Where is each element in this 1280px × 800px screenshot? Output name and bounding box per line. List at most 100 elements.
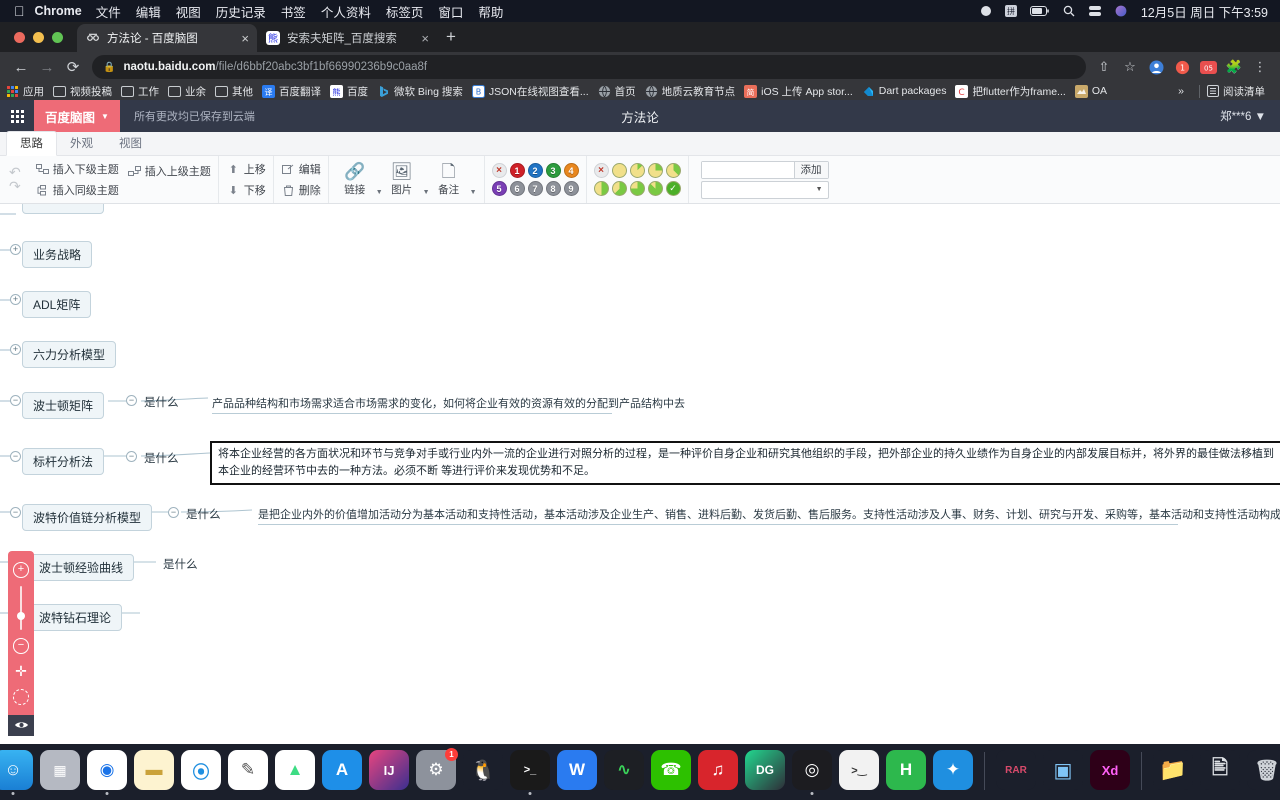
bookmark-baidu-translate[interactable]: 译 百度翻译: [262, 84, 321, 99]
node-expand-toggle-1[interactable]: +: [10, 244, 21, 255]
close-window-button[interactable]: [14, 32, 25, 43]
bookmark-homepage[interactable]: 首页: [598, 84, 636, 99]
delete-button[interactable]: 删除: [281, 182, 321, 198]
bookmark-star-icon[interactable]: ☆: [1118, 55, 1142, 79]
bookmark-folder-2[interactable]: 工作: [121, 84, 159, 99]
priority-2-button[interactable]: 2: [527, 163, 543, 178]
spotlight-search-icon[interactable]: [1063, 5, 1075, 17]
user-menu-button[interactable]: 郑***6 ▼: [1220, 108, 1266, 124]
record-icon[interactable]: [980, 5, 992, 17]
mindmap-canvas[interactable]: + 业务战略 + ADL矩阵 + 六力分析模型 − 波士顿矩阵 − 是什么 产品…: [0, 204, 1280, 744]
siri-icon[interactable]: [1115, 5, 1127, 17]
mindmap-leaf-benchmark[interactable]: 将本企业经营的各方面状况和环节与竞争对手或行业内外一流的企业进行对照分析的过程，…: [210, 441, 1280, 485]
bookmark-apps[interactable]: 应用: [6, 84, 44, 99]
preview-toggle-button[interactable]: [8, 714, 34, 737]
progress-87-button[interactable]: [647, 181, 663, 196]
profile-avatar-icon[interactable]: [1144, 55, 1168, 79]
redo-icon[interactable]: ↷: [9, 179, 21, 193]
dock-app-hbuilder[interactable]: H: [886, 750, 926, 790]
dock-app-quicktime[interactable]: ◎: [792, 750, 832, 795]
note-button[interactable]: 🗋 备注: [430, 162, 468, 197]
mindmap-leaf-boston-matrix[interactable]: 产品品种结构和市场需求适合市场需求的变化，如何将企业有效的资源有效的分配到产品结…: [212, 395, 685, 414]
subnode-collapse-toggle-4[interactable]: −: [126, 395, 137, 406]
dock-app-app-store[interactable]: A: [322, 750, 362, 790]
progress-none-button[interactable]: ×: [593, 163, 609, 178]
control-center-icon[interactable]: [1088, 5, 1102, 17]
priority-none-button[interactable]: ×: [491, 163, 507, 178]
address-bar[interactable]: 🔒 naotu.baidu.com /file/d6bbf20abc3bf1bf…: [92, 55, 1086, 79]
browser-tab-2-close-icon[interactable]: ×: [421, 31, 429, 46]
mindmap-subnode-6[interactable]: 是什么: [186, 506, 221, 522]
mindmap-node-3[interactable]: 六力分析模型: [22, 341, 117, 368]
menu-history[interactable]: 历史记录: [216, 2, 266, 21]
mindmap-node-clipped[interactable]: [22, 204, 104, 214]
node-collapse-toggle-6[interactable]: −: [10, 507, 21, 518]
dock-app-qq[interactable]: 🐧: [463, 750, 503, 790]
move-down-button[interactable]: ⬇ 下移: [226, 182, 266, 198]
app-grid-button[interactable]: [0, 100, 34, 132]
subnode-collapse-toggle-6[interactable]: −: [168, 507, 179, 518]
tag-add-button[interactable]: 添加: [793, 161, 828, 178]
dock-app-android-studio[interactable]: ▲: [275, 750, 315, 790]
bookmark-baidu[interactable]: 熊 百度: [330, 84, 368, 99]
progress-100-button[interactable]: ✓: [665, 181, 681, 196]
reading-list-button[interactable]: 阅读清单: [1206, 84, 1265, 99]
apple-logo-icon[interactable]: : [14, 4, 25, 18]
node-expand-toggle-3[interactable]: +: [10, 344, 21, 355]
bookmark-folder-4[interactable]: 其他: [215, 84, 253, 99]
node-expand-toggle-2[interactable]: +: [10, 294, 21, 305]
bookmark-ios-upload[interactable]: 简 iOS 上传 App stor...: [744, 84, 853, 99]
mindmap-leaf-value-chain[interactable]: 是把企业内外的价值增加活动分为基本活动和支持性活动，基本活动涉及企业生产、销售、…: [258, 506, 1280, 525]
progress-37-button[interactable]: [665, 163, 681, 178]
tag-input[interactable]: [701, 161, 794, 178]
pan-move-button[interactable]: ✛: [13, 664, 29, 679]
tab-siLu[interactable]: 思路: [6, 131, 57, 156]
menu-help[interactable]: 帮助: [478, 2, 503, 21]
dock-stack-documents[interactable]: 🖹: [1200, 750, 1240, 790]
tab-waiGuan[interactable]: 外观: [57, 132, 106, 155]
menubar-clock[interactable]: 12月5日 周日 下午3:59: [1141, 2, 1268, 21]
node-collapse-toggle-5[interactable]: −: [10, 451, 21, 462]
menu-tabs[interactable]: 标签页: [386, 2, 424, 21]
progress-25-button[interactable]: [647, 163, 663, 178]
progress-12-button[interactable]: [629, 163, 645, 178]
priority-7-button[interactable]: 7: [527, 181, 543, 196]
chevron-down-icon[interactable]: ▼: [376, 189, 383, 196]
input-method-icon[interactable]: 拼: [1004, 5, 1017, 17]
mindmap-node-7[interactable]: 波士顿经验曲线: [28, 554, 135, 581]
bookmark-folder-1[interactable]: 视频投稿: [53, 84, 112, 99]
bookmark-folder-3[interactable]: 业余: [168, 84, 206, 99]
insert-child-topic-button[interactable]: 插入下级主题: [35, 161, 119, 177]
menu-view[interactable]: 视图: [176, 2, 201, 21]
reload-button[interactable]: ⟳: [60, 55, 86, 79]
dock-app-rar[interactable]: RAR: [996, 750, 1036, 790]
extensions-puzzle-icon[interactable]: 🧩: [1222, 55, 1246, 79]
tab-shiTu[interactable]: 视图: [106, 132, 155, 155]
menu-profiles[interactable]: 个人资料: [321, 2, 371, 21]
chevron-down-icon[interactable]: ▼: [470, 189, 477, 196]
chrome-menu-icon[interactable]: ⋮: [1248, 55, 1272, 79]
image-button[interactable]: 🖼 图片: [383, 162, 421, 197]
zoom-out-button[interactable]: −: [13, 638, 29, 654]
progress-50-button[interactable]: [593, 181, 609, 196]
progress-75-button[interactable]: [629, 181, 645, 196]
mindmap-node-4[interactable]: 波士顿矩阵: [22, 392, 105, 419]
dock-app-chrome[interactable]: ◉: [87, 750, 127, 795]
browser-tab-1-close-icon[interactable]: ×: [241, 31, 249, 46]
bookmark-json-viewer[interactable]: B JSON在线视图查看...: [471, 84, 589, 99]
new-tab-button[interactable]: +: [437, 27, 465, 52]
bookmark-flutter-frame[interactable]: C 把flutter作为frame...: [955, 84, 1066, 99]
reset-view-button[interactable]: [13, 689, 29, 705]
bookmarks-overflow-button[interactable]: »: [1178, 85, 1184, 97]
priority-4-button[interactable]: 4: [563, 163, 579, 178]
minimize-window-button[interactable]: [33, 32, 44, 43]
maximize-window-button[interactable]: [52, 32, 63, 43]
dock-app-wps[interactable]: W: [557, 750, 597, 790]
dock-app-safari[interactable]: ⦿: [181, 750, 221, 790]
mindmap-node-8[interactable]: 波特钻石理论: [28, 604, 123, 631]
insert-sibling-topic-button[interactable]: 插入同级主题: [35, 182, 119, 198]
edit-button[interactable]: 编辑: [281, 161, 321, 177]
bookmark-dart-packages[interactable]: Dart packages: [862, 85, 946, 98]
dock-app-launchpad[interactable]: ▦: [40, 750, 80, 790]
priority-8-button[interactable]: 8: [545, 181, 561, 196]
